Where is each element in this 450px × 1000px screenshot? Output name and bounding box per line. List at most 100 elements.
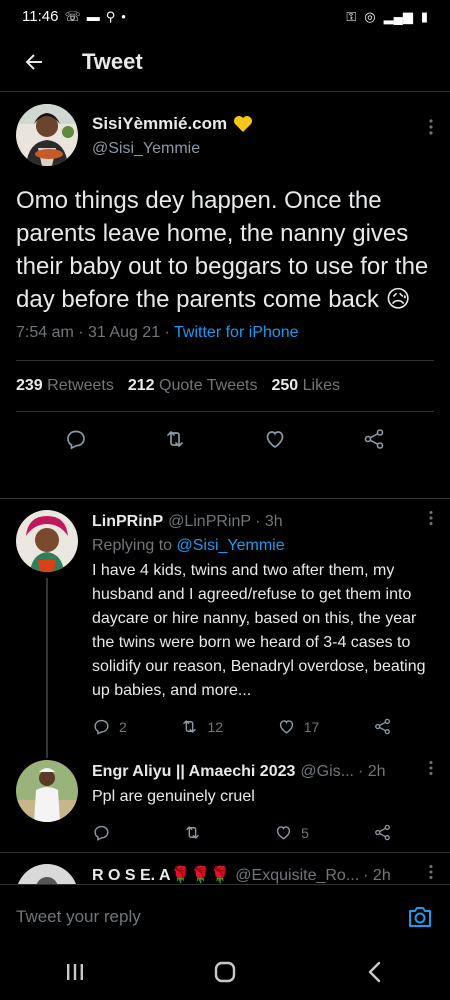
reply-text: Ppl are genuinely cruel	[92, 788, 255, 805]
divider	[0, 498, 450, 499]
retweet-icon	[183, 720, 197, 733]
camera-button[interactable]	[406, 903, 434, 931]
like-button[interactable]: 17	[277, 717, 320, 736]
message-icon: ▬	[86, 8, 100, 24]
reply-action-bar: 5	[92, 823, 392, 842]
reply-author-name[interactable]: LinPRinP	[92, 513, 163, 531]
battery-icon: ▮	[420, 8, 428, 24]
call-icon: ☏	[64, 8, 81, 24]
tweet-stats: 239 Retweets 212 Quote Tweets 250 Likes	[16, 361, 434, 411]
home-button[interactable]	[212, 959, 238, 990]
author-avatar[interactable]	[16, 104, 78, 166]
likes-count: 250	[271, 377, 299, 394]
reply-author-name[interactable]: R O S E. A🌹🌹🌹	[92, 865, 230, 885]
reply-more-button[interactable]	[420, 864, 434, 885]
reply-composer	[0, 884, 450, 948]
more-vertical-icon	[429, 511, 433, 525]
reply-icon	[94, 825, 109, 841]
retweet-icon	[186, 826, 199, 839]
share-icon	[364, 428, 384, 449]
share-button[interactable]	[362, 427, 386, 456]
like-count: 17	[303, 718, 320, 735]
back-nav-button[interactable]	[362, 959, 388, 990]
heart-icon	[266, 430, 284, 448]
reply-count: 2	[119, 718, 127, 735]
more-vertical-icon	[429, 119, 433, 135]
camera-icon	[409, 906, 431, 927]
reply-author-name[interactable]: Engr Aliyu || Amaechi 2023	[92, 763, 295, 781]
retweets-count: 239	[16, 377, 43, 394]
status-time: 11:46	[22, 7, 59, 25]
tweet-text: Omo things dey happen. Once the parents …	[16, 184, 434, 316]
more-vertical-icon	[429, 761, 433, 775]
retweet-button[interactable]	[183, 823, 210, 842]
main-tweet: SisiYèmmié.com @Sisi_Yemmie Omo things d…	[0, 104, 450, 470]
reply-button[interactable]: 2	[92, 717, 127, 736]
tweet-timestamp: 7:54 am · 31 Aug 21 ·	[16, 324, 170, 341]
retweet-icon	[167, 430, 184, 447]
retweets-stat[interactable]: 239 Retweets	[16, 377, 114, 395]
heart-icon	[279, 720, 293, 734]
reply-author-handle[interactable]: @Exquisite_Ro...	[235, 867, 359, 885]
more-vertical-icon	[429, 865, 433, 879]
reply-more-button[interactable]	[420, 510, 434, 531]
likes-label: Likes	[302, 377, 340, 394]
heart-icon	[276, 826, 291, 840]
reply-time: · 2h	[357, 763, 386, 780]
status-bar: 11:46 ☏ ▬ ⚲ • ⚿ ◎ ▂▄▆ ▮	[0, 0, 450, 32]
tweet-meta: 7:54 am · 31 Aug 21 · Twitter for iPhone	[16, 324, 434, 342]
yellow-heart-icon	[234, 116, 253, 132]
back-button[interactable]	[16, 44, 52, 80]
reply-tweet[interactable]: Engr Aliyu || Amaechi 2023 @Gis... · 2h …	[0, 760, 450, 842]
recents-button[interactable]	[62, 959, 88, 990]
hotspot-icon: ◎	[364, 8, 376, 24]
dot-icon: •	[121, 8, 126, 24]
retweet-button[interactable]	[163, 427, 187, 456]
reply-action-bar: 2 12 17	[92, 717, 392, 736]
reply-more-button[interactable]	[420, 760, 434, 781]
replying-to-label: Replying to	[92, 537, 173, 554]
reply-icon	[94, 719, 109, 735]
tweet-action-bar	[16, 412, 434, 470]
quotes-label: Quote Tweets	[159, 377, 258, 394]
reply-button[interactable]	[64, 427, 88, 456]
share-button[interactable]	[373, 823, 392, 842]
reply-time: · 2h	[363, 867, 391, 884]
recents-icon	[67, 963, 83, 980]
sad-face-emoji: 😥	[385, 286, 411, 313]
chevron-left-icon	[368, 961, 381, 982]
quotes-stat[interactable]: 212 Quote Tweets	[128, 377, 258, 395]
reply-input[interactable]	[16, 906, 406, 927]
retweet-count: 12	[207, 718, 224, 735]
reply-author-handle[interactable]: @Gis...	[300, 763, 354, 781]
top-app-bar: Tweet	[0, 32, 450, 92]
like-button[interactable]: 5	[274, 823, 309, 842]
reply-button[interactable]	[92, 823, 119, 842]
more-options-button[interactable]	[428, 104, 434, 136]
reply-icon	[66, 430, 85, 449]
home-icon	[214, 961, 236, 982]
author-display-name[interactable]: SisiYèmmié.com	[92, 114, 253, 134]
system-nav-bar	[0, 948, 450, 1000]
share-icon	[375, 824, 390, 841]
page-title: Tweet	[82, 48, 143, 74]
likes-stat[interactable]: 250 Likes	[271, 377, 340, 395]
tweet-source-link[interactable]: Twitter for iPhone	[174, 324, 299, 341]
divider	[0, 852, 450, 853]
reply-author-handle[interactable]: @LinPRinP	[168, 513, 251, 531]
signal-icon: ▂▄▆	[383, 8, 413, 24]
retweet-button[interactable]: 12	[180, 717, 223, 736]
quotes-count: 212	[127, 377, 155, 394]
share-button[interactable]	[373, 717, 392, 736]
reply-avatar[interactable]	[16, 760, 78, 822]
reply-tweet[interactable]: LinPRinP @LinPRinP · 3h Replying to @Sis…	[0, 510, 450, 736]
arrow-left-icon	[25, 53, 42, 70]
reply-avatar[interactable]	[16, 510, 78, 572]
like-button[interactable]	[263, 427, 287, 456]
like-count: 5	[301, 824, 309, 841]
replying-to-handle[interactable]: @Sisi_Yemmie	[177, 537, 285, 554]
author-handle[interactable]: @Sisi_Yemmie	[92, 140, 253, 158]
reply-time: · 3h	[255, 513, 283, 530]
tweet-body: Omo things dey happen. Once the parents …	[16, 187, 429, 313]
author-name-text: SisiYèmmié.com	[92, 114, 228, 133]
